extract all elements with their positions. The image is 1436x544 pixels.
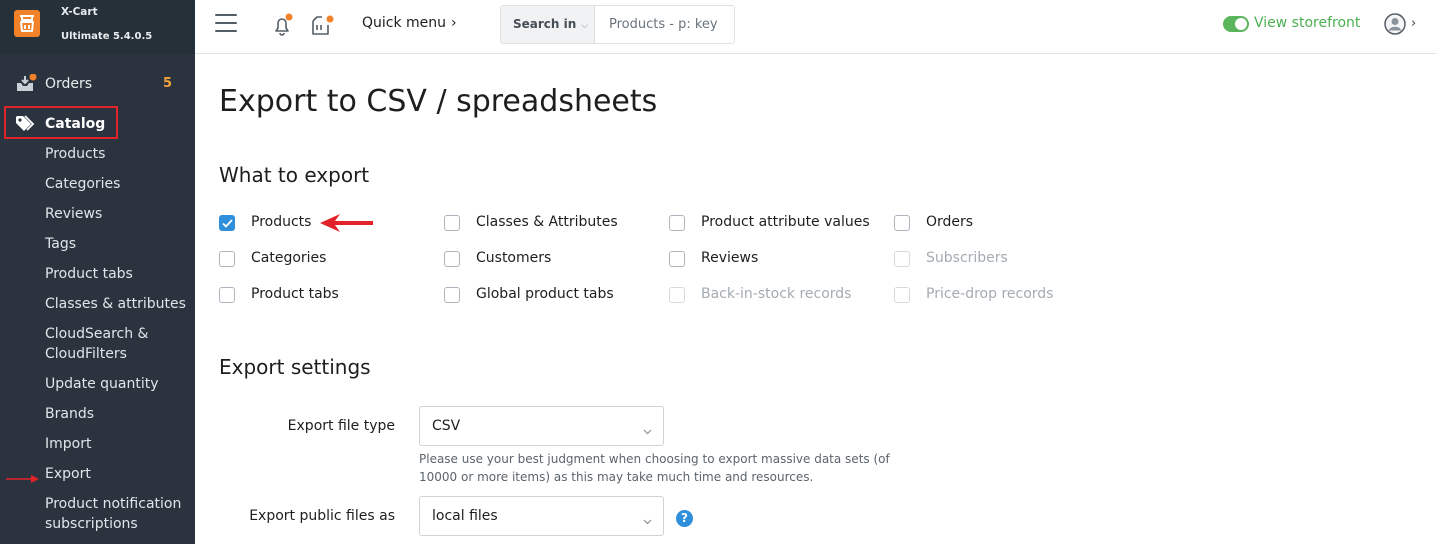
export-option-label: Products bbox=[251, 214, 312, 230]
export-option-label: Orders bbox=[926, 214, 974, 230]
checkbox-checked[interactable] bbox=[219, 215, 235, 231]
sidebar-item-products[interactable]: Products bbox=[45, 144, 105, 164]
sidebar-item-reviews[interactable]: Reviews bbox=[45, 204, 102, 224]
export-annotation-arrow-icon bbox=[6, 469, 40, 488]
public-files-label: Export public files as bbox=[249, 508, 395, 524]
checkbox[interactable] bbox=[669, 251, 685, 267]
export-option-label: Product attribute values bbox=[701, 214, 870, 230]
checkbox[interactable] bbox=[444, 251, 460, 267]
search-input[interactable] bbox=[596, 6, 734, 43]
checkbox[interactable] bbox=[219, 287, 235, 303]
export-settings-heading: Export settings bbox=[219, 355, 371, 379]
help-question-icon[interactable]: ? bbox=[676, 510, 693, 527]
xcart-logo-icon[interactable] bbox=[14, 10, 40, 37]
search-in-dropdown[interactable]: Search in ⌵ bbox=[501, 6, 595, 43]
marketplace-icon[interactable] bbox=[310, 13, 336, 41]
export-option-label: Customers bbox=[476, 250, 552, 266]
checkbox-disabled bbox=[894, 251, 910, 267]
page-title: Export to CSV / spreadsheets bbox=[219, 84, 658, 119]
sidebar-item-update-quantity[interactable]: Update quantity bbox=[45, 374, 159, 394]
export-option-label: Categories bbox=[251, 250, 327, 266]
tags-icon bbox=[15, 114, 37, 138]
search-box: Search in ⌵ bbox=[500, 5, 735, 44]
storefront-toggle-switch[interactable] bbox=[1223, 16, 1249, 32]
products-annotation-arrow-icon bbox=[318, 212, 374, 238]
sidebar-item-import[interactable]: Import bbox=[45, 434, 91, 454]
checkbox-disabled bbox=[669, 287, 685, 303]
sidebar-item-tags[interactable]: Tags bbox=[45, 234, 76, 254]
chevron-right-icon[interactable]: › bbox=[1411, 16, 1416, 31]
top-bar: Quick menu› Search in⌵ View storefront › bbox=[195, 0, 1436, 54]
checkbox[interactable] bbox=[669, 215, 685, 231]
public-files-select[interactable]: local files bbox=[419, 496, 664, 536]
file-type-help-text: Please use your best judgment when choos… bbox=[419, 452, 890, 484]
export-option-label: Classes & Attributes bbox=[476, 214, 618, 230]
public-files-value: local files bbox=[432, 508, 498, 524]
hamburger-menu-icon[interactable] bbox=[215, 14, 237, 34]
sidebar-item-orders[interactable]: Orders 5 bbox=[0, 68, 195, 100]
sidebar-item-product-tabs[interactable]: Product tabs bbox=[45, 264, 133, 284]
export-option-label: Global product tabs bbox=[476, 286, 614, 302]
checkbox[interactable] bbox=[444, 215, 460, 231]
file-type-value: CSV bbox=[432, 418, 461, 434]
bell-notification-icon[interactable] bbox=[271, 13, 295, 41]
sidebar: X-Cart Ultimate 5.4.0.5 Orders 5 Catalog… bbox=[0, 0, 195, 544]
export-option-label: Price-drop records bbox=[926, 286, 1054, 302]
orders-count-badge: 5 bbox=[162, 76, 172, 91]
brand-name: X-Cart bbox=[61, 6, 98, 18]
chevron-down-icon bbox=[643, 421, 652, 440]
quick-menu-label: Quick menu bbox=[362, 15, 447, 31]
chevron-right-icon: › bbox=[451, 15, 457, 31]
sidebar-item-catalog[interactable]: Catalog bbox=[0, 108, 195, 140]
brand-header: X-Cart Ultimate 5.4.0.5 bbox=[0, 0, 195, 54]
checkbox-disabled bbox=[894, 287, 910, 303]
orders-inbox-icon bbox=[15, 73, 37, 98]
sidebar-item-brands[interactable]: Brands bbox=[45, 404, 94, 424]
sidebar-item-categories[interactable]: Categories bbox=[45, 174, 120, 194]
export-option-label: Product tabs bbox=[251, 286, 339, 302]
what-to-export-heading: What to export bbox=[219, 163, 370, 187]
user-avatar-icon[interactable] bbox=[1384, 13, 1406, 35]
file-type-select[interactable]: CSV bbox=[419, 406, 664, 446]
brand-version: Ultimate 5.4.0.5 bbox=[61, 31, 153, 42]
file-type-label: Export file type bbox=[287, 418, 395, 434]
sidebar-item-product-notifications[interactable]: Product notification subscriptions bbox=[45, 494, 181, 534]
quick-menu-button[interactable]: Quick menu › bbox=[362, 15, 457, 31]
sidebar-catalog-label: Catalog bbox=[45, 116, 106, 132]
sidebar-item-classes-attributes[interactable]: Classes & attributes bbox=[45, 294, 186, 314]
sidebar-orders-label: Orders bbox=[45, 76, 93, 92]
checkbox[interactable] bbox=[219, 251, 235, 267]
view-storefront-link[interactable]: View storefront bbox=[1254, 15, 1360, 31]
search-in-label: Search in bbox=[513, 17, 577, 31]
export-option-label: Subscribers bbox=[926, 250, 1008, 266]
chevron-down-icon bbox=[643, 511, 652, 530]
checkbox[interactable] bbox=[894, 215, 910, 231]
sidebar-item-export[interactable]: Export bbox=[45, 464, 91, 484]
sidebar-item-cloudsearch[interactable]: CloudSearch & CloudFilters bbox=[45, 324, 148, 364]
checkbox[interactable] bbox=[444, 287, 460, 303]
export-option-label: Reviews bbox=[701, 250, 759, 266]
export-option-label: Back-in-stock records bbox=[701, 286, 852, 302]
chevron-down-icon: ⌵ bbox=[581, 21, 589, 31]
